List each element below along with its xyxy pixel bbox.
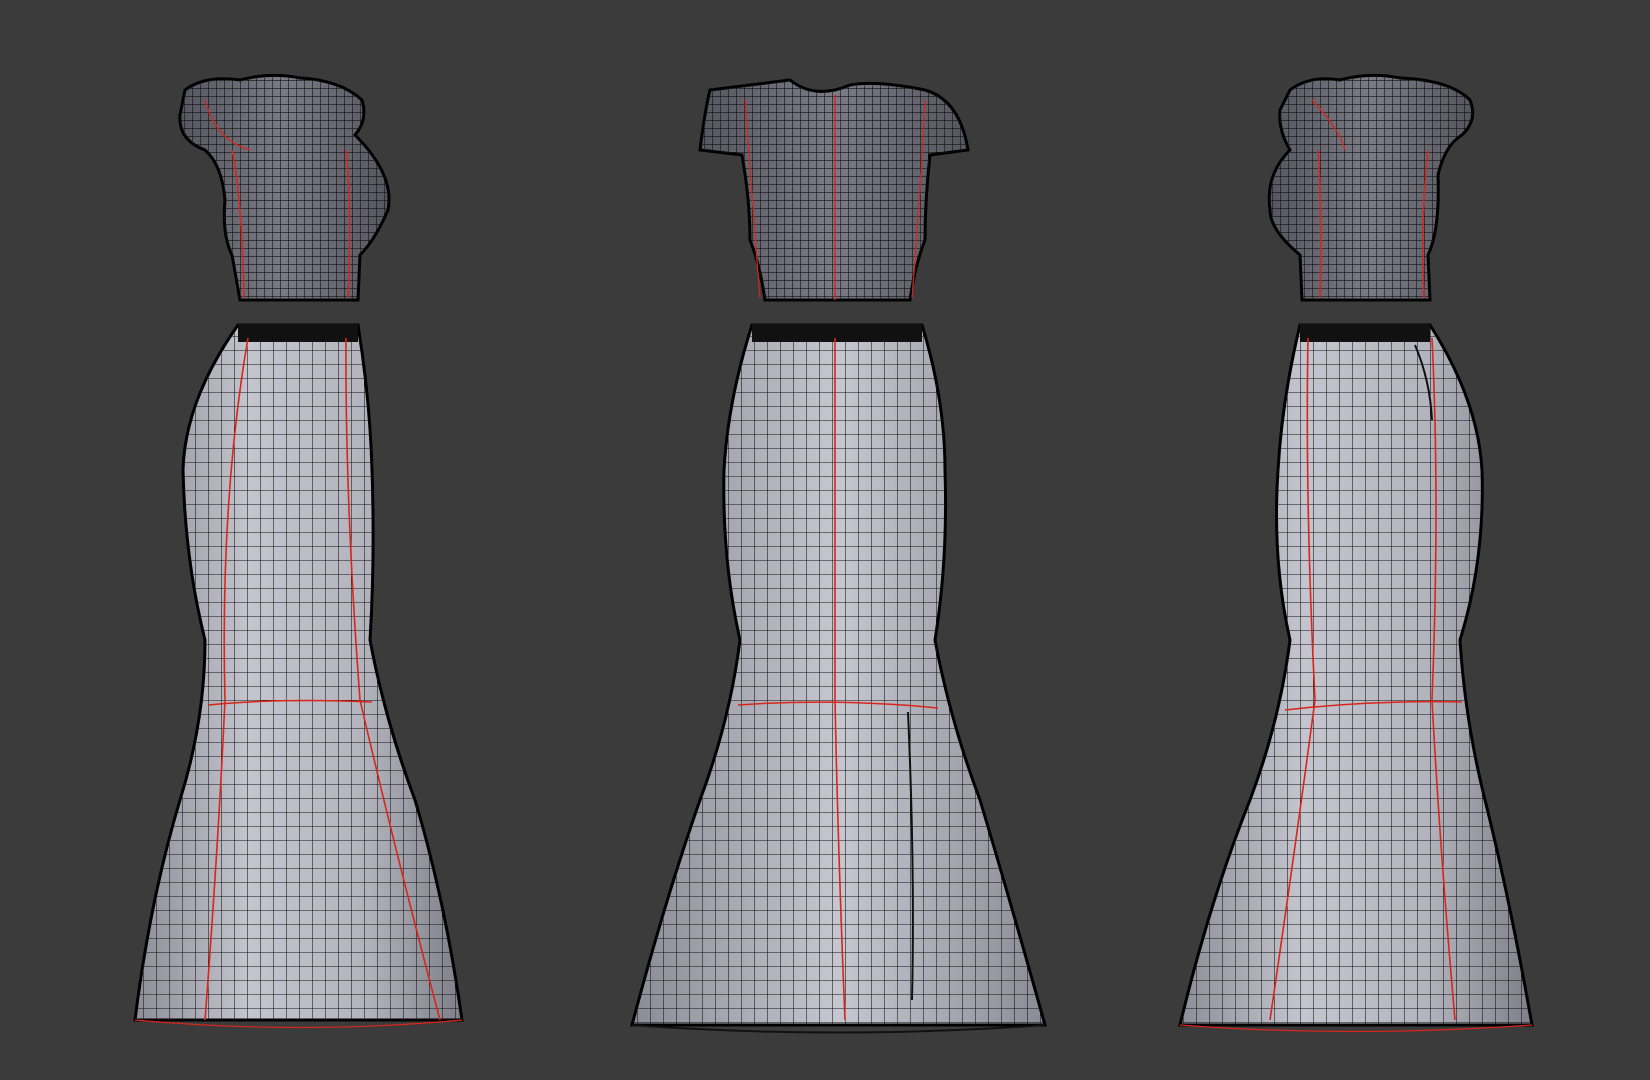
dress-model-left[interactable] [133,73,464,1029]
viewport-canvas[interactable] [0,0,1650,1080]
top-mesh-right [1267,73,1475,302]
top-mesh-center [698,78,970,302]
dress-model-center[interactable] [630,78,1047,1034]
skirt-mesh-center [630,323,1047,1034]
top-mesh-left [178,73,391,302]
skirt-mesh-left [133,323,464,1029]
skirt-mesh-right [1178,323,1534,1033]
3d-viewport[interactable] [0,0,1650,1080]
dress-model-right[interactable] [1178,73,1534,1033]
